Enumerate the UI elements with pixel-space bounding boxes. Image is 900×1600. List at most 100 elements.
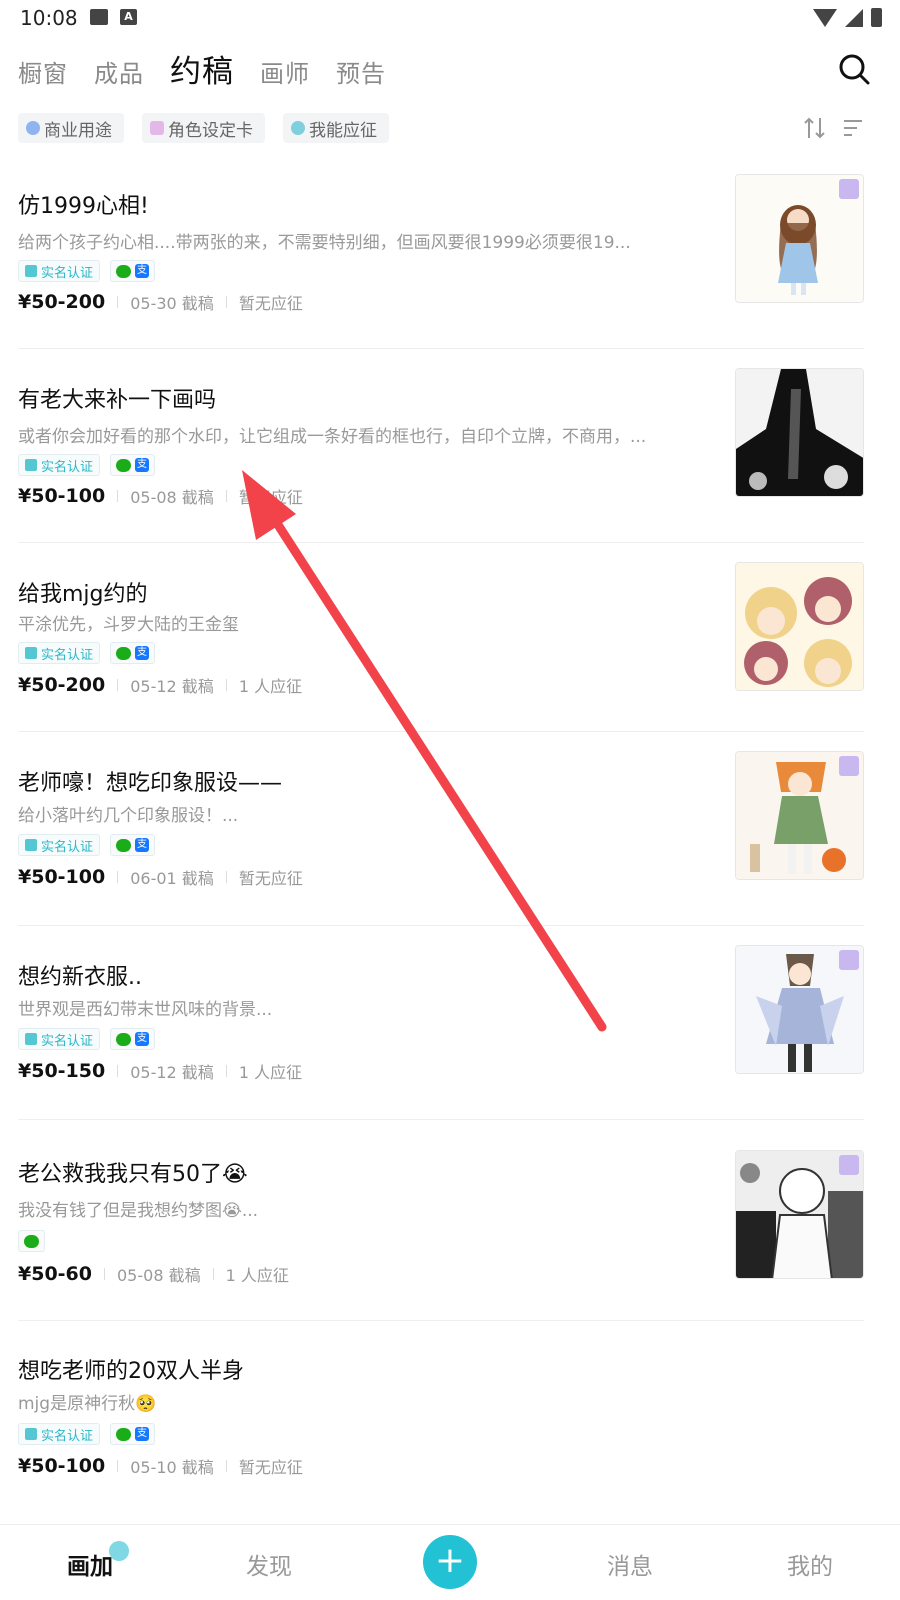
applicant-count: 暂无应征 [238, 294, 303, 313]
wechat-icon [116, 838, 132, 852]
wechat-icon [116, 264, 132, 278]
deadline: 05-10 截稿 [130, 1458, 214, 1477]
tab-finished[interactable]: 成品 [94, 54, 144, 89]
card-icon [150, 121, 164, 135]
id-card-icon [25, 1033, 37, 1045]
item-desc: 给两个孩子约心相....带两张的来，不需要特别细，但画风要很1999必须要很19… [18, 233, 631, 253]
verified-badge: 实名认证 [18, 260, 101, 282]
applicant-count: 1 人应征 [238, 677, 303, 696]
wechat-icon [116, 1427, 132, 1441]
alipay-icon: 支 [135, 838, 150, 852]
verified-badge: 实名认证 [18, 1423, 101, 1445]
filter-lines-icon[interactable] [842, 118, 864, 138]
price: ¥50-100 [18, 1455, 106, 1477]
tab-artists[interactable]: 画师 [260, 54, 310, 89]
tab-showcase[interactable]: 橱窗 [18, 54, 68, 89]
top-tabs: 橱窗 成品 约稿 画师 预告 [18, 46, 412, 91]
signal-icon [845, 8, 863, 27]
deadline: 05-30 截稿 [130, 294, 214, 313]
tab-commissions[interactable]: 约稿 [170, 46, 234, 91]
filter-row: 商业用途 角色设定卡 我能应征 [18, 113, 389, 143]
item-desc: 给小落叶约几个印象服设！... [18, 806, 239, 826]
id-card-icon [25, 265, 37, 277]
price: ¥50-100 [18, 866, 106, 888]
price: ¥50-60 [18, 1263, 92, 1285]
verified-badge: 实名认证 [18, 642, 101, 664]
applicant-count: 1 人应征 [238, 1063, 303, 1082]
character-card-tag-icon [839, 1155, 859, 1175]
deadline: 05-08 截稿 [130, 488, 214, 507]
item-thumbnail[interactable] [735, 368, 864, 497]
id-card-icon [25, 839, 37, 851]
sort-icon[interactable] [802, 116, 828, 140]
payment-badge: 支 [110, 642, 156, 664]
item-title: 老师嚎！想吃印象服设—— [18, 771, 283, 796]
item-thumbnail[interactable] [735, 945, 864, 1074]
search-icon[interactable] [838, 53, 870, 85]
character-card-tag-icon [839, 179, 859, 199]
applicant-count: 暂无应征 [238, 488, 303, 507]
wechat-icon [116, 458, 132, 472]
id-card-icon [25, 1428, 37, 1440]
wechat-icon [116, 646, 132, 660]
nav-discover[interactable]: 发现 [246, 1547, 292, 1581]
gallery-icon [90, 9, 108, 25]
id-card-icon [25, 647, 37, 659]
alipay-icon: 支 [135, 1032, 150, 1046]
item-thumbnail[interactable] [735, 562, 864, 691]
item-title: 老公救我我只有50了😭 [18, 1162, 248, 1187]
item-thumbnail[interactable] [735, 174, 864, 303]
applicant-count: 暂无应征 [238, 869, 303, 888]
payment-badge: 支 [110, 1423, 156, 1445]
item-title: 想约新衣服.. [18, 965, 142, 990]
filter-can-apply[interactable]: 我能应征 [283, 113, 389, 143]
item-title: 仿1999心相! [18, 194, 149, 219]
item-title: 给我mjg约的 [18, 582, 148, 607]
item-thumbnail[interactable] [735, 751, 864, 880]
alipay-icon: 支 [135, 646, 150, 660]
bottom-nav: 画加 发现 + 消息 我的 [0, 1524, 900, 1600]
deadline: 05-08 截稿 [117, 1266, 201, 1285]
battery-icon [871, 8, 882, 27]
nav-messages[interactable]: 消息 [607, 1547, 653, 1581]
wifi-icon [813, 8, 837, 27]
payment-badge: 支 [110, 454, 156, 476]
price: ¥50-200 [18, 291, 106, 313]
divider [18, 542, 864, 543]
payment-badge: 支 [110, 834, 156, 856]
notification-dot [109, 1541, 129, 1561]
verified-badge: 实名认证 [18, 454, 101, 476]
applicant-count: 1 人应征 [225, 1266, 289, 1285]
a-notification-icon: A [120, 9, 137, 25]
heart-shield-icon [26, 121, 40, 135]
wechat-icon [116, 1032, 132, 1046]
filter-commercial-use[interactable]: 商业用途 [18, 113, 124, 143]
divider [18, 925, 864, 926]
status-time: 10:08 [20, 6, 78, 30]
nav-profile[interactable]: 我的 [787, 1547, 833, 1581]
item-desc: 我没有钱了但是我想约梦图😭... [18, 1201, 259, 1221]
item-thumbnail[interactable] [735, 1150, 864, 1279]
deadline: 05-12 截稿 [130, 677, 214, 696]
item-desc: 或者你会加好看的那个水印，让它组成一条好看的框也行，自印个立牌，不商用，... [18, 427, 647, 447]
item-desc: 平涂优先，斗罗大陆的王金玺 [18, 615, 239, 635]
payment-badge: 支 [110, 1028, 156, 1050]
item-title: 想吃老师的20双人半身 [18, 1359, 244, 1384]
alipay-icon: 支 [135, 1427, 150, 1441]
item-desc: 世界观是西幻带末世风味的背景... [18, 1000, 273, 1020]
deadline: 05-12 截稿 [130, 1063, 214, 1082]
divider [18, 1119, 864, 1120]
filter-character-card[interactable]: 角色设定卡 [142, 113, 265, 143]
verified-badge: 实名认证 [18, 834, 101, 856]
nav-home[interactable]: 画加 [67, 1541, 129, 1581]
alipay-icon: 支 [135, 458, 150, 472]
payment-badge: 支 [110, 260, 156, 282]
add-button[interactable]: + [423, 1535, 477, 1589]
tab-preview[interactable]: 预告 [336, 54, 386, 89]
divider [18, 348, 864, 349]
character-card-tag-icon [839, 756, 859, 776]
divider [18, 1320, 864, 1321]
item-title: 有老大来补一下画吗 [18, 388, 217, 413]
id-card-icon [25, 459, 37, 471]
price: ¥50-200 [18, 674, 106, 696]
